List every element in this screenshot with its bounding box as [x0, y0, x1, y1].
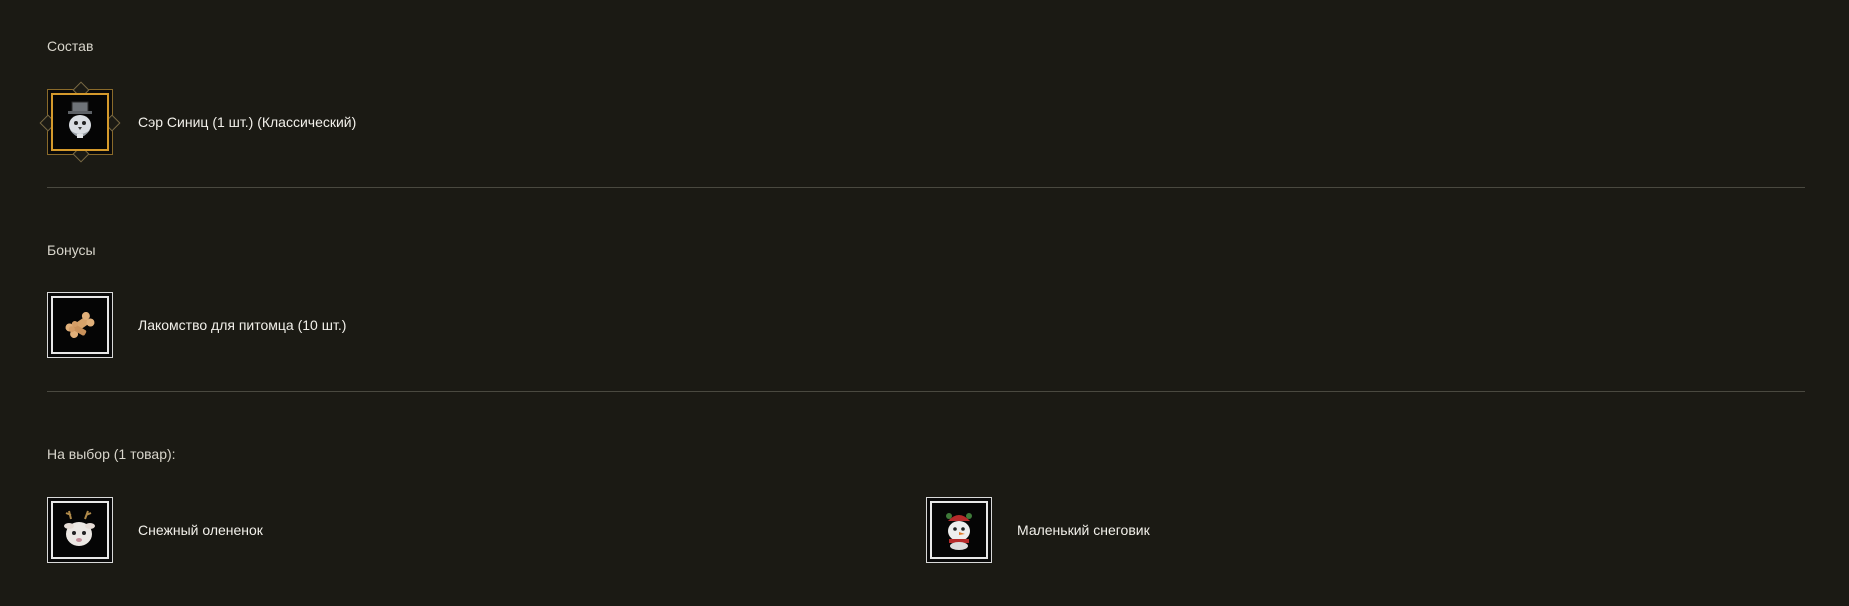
section-title-choice: На выбор (1 товар):: [47, 446, 176, 462]
item-label: Лакомство для питомца (10 шт.): [138, 317, 347, 333]
section-divider: [47, 391, 1805, 392]
pet-treat-bone-icon: [65, 311, 95, 339]
item-slot-classic[interactable]: [39, 81, 121, 163]
item-slot[interactable]: [47, 292, 113, 358]
item-label: Маленький снеговик: [1017, 522, 1150, 538]
snow-fawn-icon: [64, 510, 95, 546]
composition-item[interactable]: Сэр Синиц (1 шт.) (Классический): [39, 81, 357, 163]
section-divider: [47, 187, 1805, 188]
section-title-composition: Состав: [47, 38, 94, 54]
little-snowman-icon: [946, 513, 972, 550]
bonus-item[interactable]: Лакомство для питомца (10 шт.): [47, 292, 346, 358]
item-label: Сэр Синиц (1 шт.) (Классический): [138, 114, 357, 130]
choice-item[interactable]: Снежный олененок: [47, 497, 263, 563]
section-title-bonuses: Бонусы: [47, 242, 96, 258]
item-slot[interactable]: [47, 497, 113, 563]
item-slot[interactable]: [926, 497, 992, 563]
choice-item[interactable]: Маленький снеговик: [926, 497, 1150, 563]
package-contents: Состав Сэр Синиц (1 шт.) (Классический) …: [0, 0, 1849, 606]
top-hat-bird-icon: [68, 101, 92, 138]
item-label: Снежный олененок: [138, 522, 263, 538]
